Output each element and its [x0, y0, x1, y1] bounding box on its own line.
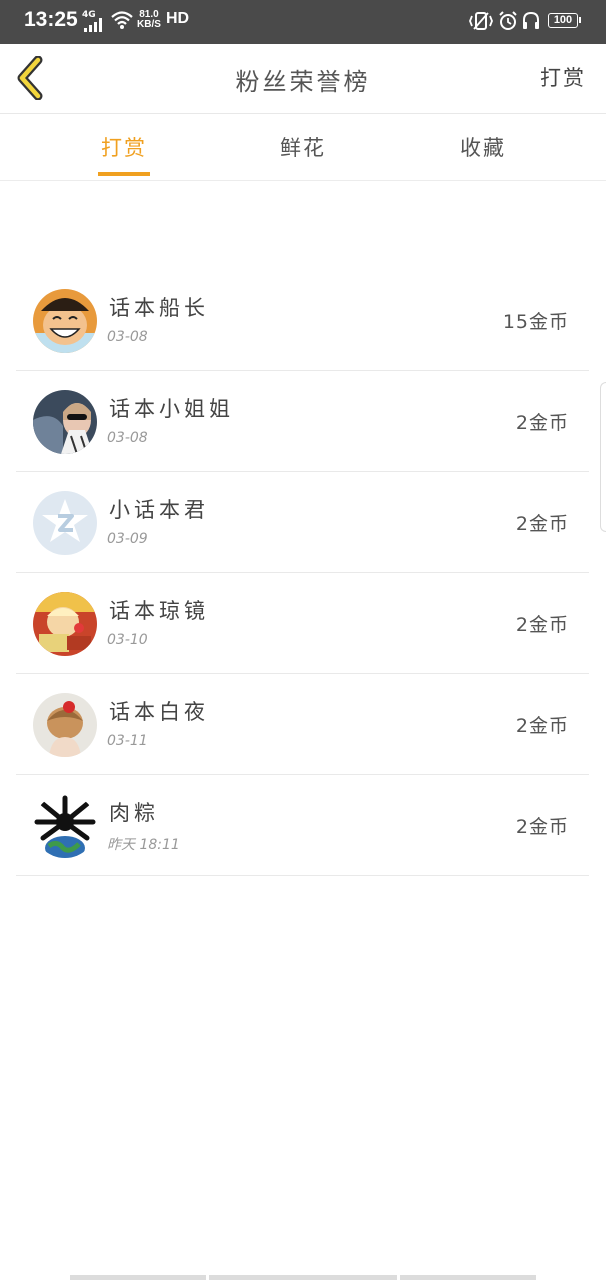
bottom-segment — [209, 1275, 397, 1280]
avatar[interactable] — [33, 592, 97, 656]
list-item[interactable]: 话本小姐姐 03-08 2金币 — [16, 371, 589, 472]
avatar-image — [33, 390, 97, 454]
fan-name: 话本小姐姐 — [109, 397, 234, 421]
coin-amount: 2金币 — [515, 614, 569, 636]
status-time: 13:25 — [24, 8, 78, 31]
speed-unit: KB/S — [137, 19, 161, 30]
coin-amount: 2金币 — [515, 412, 569, 434]
tab-favorites[interactable]: 收藏 — [443, 132, 523, 162]
side-pull-handle[interactable] — [600, 382, 606, 532]
default-avatar-icon — [33, 491, 97, 555]
avatar-image — [33, 592, 97, 656]
reward-date: 03-10 — [107, 632, 148, 648]
coin-amount: 15金币 — [502, 311, 569, 333]
avatar[interactable] — [33, 693, 97, 757]
avatar-image — [33, 289, 97, 353]
avatar[interactable] — [33, 491, 97, 555]
tab-bar: 打赏 鲜花 收藏 — [0, 114, 606, 181]
vibrate-icon — [469, 12, 493, 30]
fan-name: 肉粽 — [109, 801, 159, 825]
fan-name: 小话本君 — [109, 498, 209, 522]
fan-name: 话本白夜 — [109, 700, 209, 724]
network-speed: 81.0 KB/S — [137, 10, 161, 30]
alarm-icon — [499, 11, 517, 30]
status-bar: 13:25 4G 81.0 KB/S HD 100 — [0, 0, 606, 44]
avatar[interactable] — [33, 289, 97, 353]
reward-date: 03-08 — [107, 329, 148, 345]
reward-date: 昨天 18:11 — [107, 837, 180, 853]
coin-amount: 2金币 — [515, 715, 569, 737]
coin-amount: 2金币 — [515, 513, 569, 535]
fan-name: 话本琼镜 — [109, 599, 209, 623]
active-tab-indicator — [98, 172, 150, 176]
fan-ranking-list: 话本船长 03-08 15金币 话本小姐姐 03-08 2金币 小话本君 03-… — [16, 270, 589, 876]
signal-icon — [84, 18, 102, 32]
status-right-icons: 100 — [468, 10, 582, 36]
coin-amount: 2金币 — [515, 816, 569, 838]
fan-name: 话本船长 — [109, 296, 209, 320]
avatar[interactable] — [33, 390, 97, 454]
bottom-indicator — [70, 1275, 536, 1280]
battery-icon: 100 — [548, 13, 581, 28]
reward-date: 03-11 — [107, 733, 148, 749]
avatar-image — [33, 693, 97, 757]
bottom-segment — [70, 1275, 206, 1280]
list-item[interactable]: 小话本君 03-09 2金币 — [16, 472, 589, 573]
reward-button[interactable]: 打赏 — [540, 62, 586, 92]
bottom-segment — [400, 1275, 536, 1280]
list-item[interactable]: 话本白夜 03-11 2金币 — [16, 674, 589, 775]
avatar[interactable] — [33, 794, 97, 858]
tab-flowers[interactable]: 鲜花 — [263, 132, 343, 162]
page-title: 粉丝荣誉榜 — [235, 68, 371, 96]
list-item[interactable]: 话本琼镜 03-10 2金币 — [16, 573, 589, 674]
list-item[interactable]: 话本船长 03-08 15金币 — [16, 270, 589, 371]
reward-date: 03-08 — [107, 430, 148, 446]
wifi-icon — [111, 11, 133, 29]
list-item[interactable]: 肉粽 昨天 18:11 2金币 — [16, 775, 589, 876]
headphones-icon — [523, 11, 539, 29]
reward-date: 03-09 — [107, 531, 148, 547]
app-header: 粉丝荣誉榜 打赏 — [0, 44, 606, 114]
hd-label: HD — [166, 10, 190, 27]
avatar-image — [33, 794, 97, 858]
tab-reward[interactable]: 打赏 — [84, 132, 164, 162]
